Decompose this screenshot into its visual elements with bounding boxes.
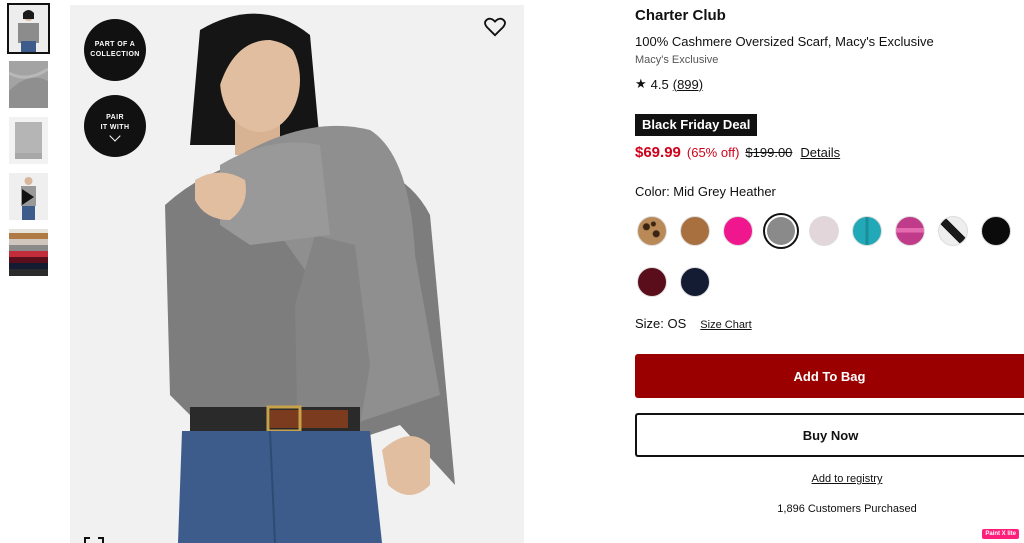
rating-value: 4.5: [650, 76, 669, 92]
swatch-burgundy[interactable]: [637, 267, 667, 297]
swatch-teal[interactable]: [852, 216, 882, 246]
thumbnail-video[interactable]: [9, 173, 48, 220]
part-of-collection-badge[interactable]: PART OF A COLLECTION: [84, 19, 146, 81]
price-details-link[interactable]: Details: [800, 145, 840, 160]
rating: ★ 4.5 (899): [635, 76, 703, 92]
size-label: Size: OS: [635, 316, 687, 331]
brand-name[interactable]: Charter Club: [635, 7, 726, 24]
product-title: 100% Cashmere Oversized Scarf, Macy's Ex…: [635, 34, 934, 49]
product-photo: [70, 5, 524, 543]
discount-percent: (65% off): [686, 145, 740, 160]
add-to-bag-button[interactable]: Add To Bag: [635, 354, 1024, 398]
swatch-leopard[interactable]: [637, 216, 667, 246]
pair-it-with-badge[interactable]: PAIR IT WITH: [84, 95, 146, 157]
swatch-blush[interactable]: [809, 216, 839, 246]
thumbnail-image: [9, 61, 48, 108]
swatch-navy[interactable]: [680, 267, 710, 297]
swatch-camel[interactable]: [680, 216, 710, 246]
expand-icon[interactable]: [84, 537, 104, 543]
color-label: Color: Mid Grey Heather: [635, 184, 776, 199]
paint-x-lite-badge[interactable]: Paint X lite: [982, 529, 1019, 539]
buy-now-button[interactable]: Buy Now: [635, 413, 1024, 457]
badge-collection-line1: PART OF A: [94, 41, 136, 48]
thumbnail-scarf-folded[interactable]: [9, 61, 48, 108]
play-icon: [22, 189, 34, 205]
swatch-black[interactable]: [981, 216, 1011, 246]
swatch-hot-pink[interactable]: [723, 216, 753, 246]
size-row: Size: OS Size Chart: [635, 316, 752, 331]
thumbnail-list: [7, 3, 50, 285]
badge-collection-line2: COLLECTION: [90, 51, 140, 58]
sale-price: $69.99: [635, 144, 681, 161]
thumbnail-image: [9, 117, 48, 164]
thumbnail-image: [9, 5, 48, 52]
thumbnail-image: [9, 229, 48, 276]
add-to-registry-link[interactable]: Add to registry: [635, 473, 1024, 485]
swatch-fill: [767, 217, 795, 245]
thumbnail-scarf-flat[interactable]: [9, 117, 48, 164]
original-price: $199.00: [745, 145, 793, 160]
heart-icon[interactable]: [484, 17, 506, 37]
swatch-black-white[interactable]: [938, 216, 968, 246]
exclusive-label: Macy's Exclusive: [635, 54, 719, 66]
badge-pair-line1: PAIR: [106, 113, 124, 121]
thumbnail-color-stack[interactable]: [9, 229, 48, 276]
swatch-mid-grey-heather[interactable]: [763, 213, 799, 249]
thumbnail-model-front[interactable]: [7, 3, 50, 54]
main-product-image[interactable]: PART OF A COLLECTION PAIR IT WITH: [70, 5, 524, 543]
star-icon: ★: [635, 76, 647, 91]
customers-purchased-count: 1,896 Customers Purchased: [777, 503, 917, 515]
size-chart-link[interactable]: Size Chart: [700, 319, 751, 331]
reviews-link[interactable]: (899): [673, 77, 703, 92]
deal-badge: Black Friday Deal: [635, 114, 758, 136]
swatch-magenta-stripe[interactable]: [895, 216, 925, 246]
price-row: $69.99 (65% off) $199.00 Details: [635, 144, 840, 161]
